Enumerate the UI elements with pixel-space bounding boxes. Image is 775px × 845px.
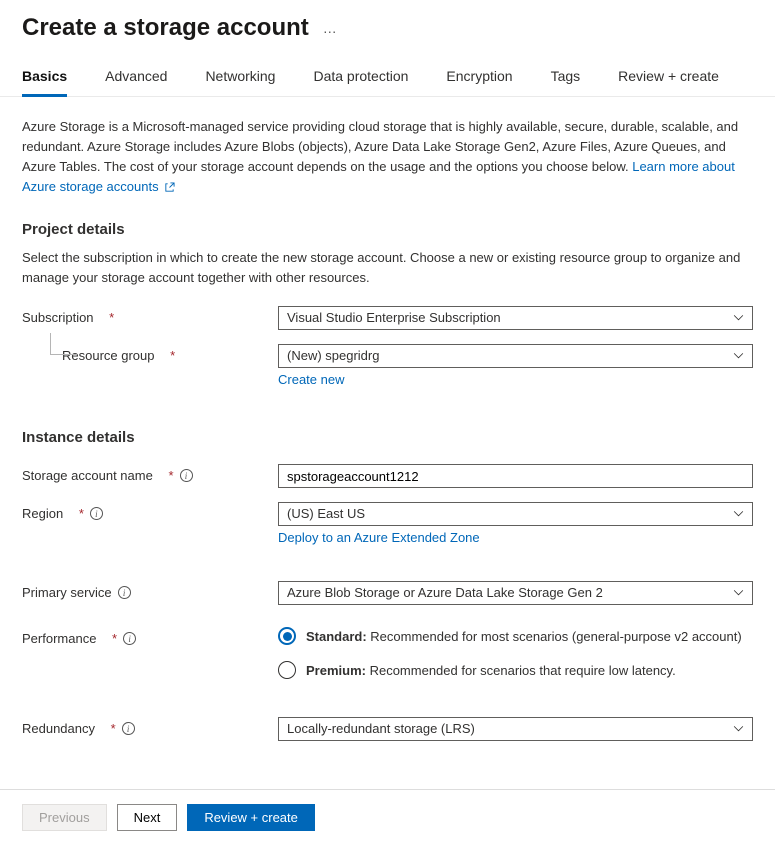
resource-group-select[interactable]: (New) spegridrg <box>278 344 753 368</box>
info-icon[interactable]: i <box>118 586 131 599</box>
intro-body: Azure Storage is a Microsoft-managed ser… <box>22 119 738 174</box>
performance-premium-radio[interactable]: Premium: Recommended for scenarios that … <box>278 661 753 679</box>
more-menu-icon[interactable]: … <box>323 20 339 36</box>
review-create-button[interactable]: Review + create <box>187 804 315 831</box>
intro-text: Azure Storage is a Microsoft-managed ser… <box>22 117 753 197</box>
page-title: Create a storage account <box>22 14 309 42</box>
tab-encryption[interactable]: Encryption <box>446 68 512 96</box>
tab-review-create[interactable]: Review + create <box>618 68 719 96</box>
tab-data-protection[interactable]: Data protection <box>313 68 408 96</box>
primary-service-label: Primary service i <box>22 581 278 600</box>
info-icon[interactable]: i <box>180 469 193 482</box>
info-icon[interactable]: i <box>122 722 135 735</box>
tab-basics[interactable]: Basics <box>22 68 67 97</box>
region-label: Region * i <box>22 502 278 521</box>
performance-premium-text: Premium: Recommended for scenarios that … <box>306 663 676 678</box>
tab-networking[interactable]: Networking <box>205 68 275 96</box>
next-button[interactable]: Next <box>117 804 178 831</box>
instance-details-heading: Instance details <box>22 429 753 446</box>
info-icon[interactable]: i <box>90 507 103 520</box>
chevron-down-icon <box>733 590 744 597</box>
external-link-icon <box>164 182 175 193</box>
performance-label: Performance * i <box>22 627 278 646</box>
radio-selected-icon <box>278 627 296 645</box>
redundancy-label: Redundancy * i <box>22 717 278 736</box>
project-details-heading: Project details <box>22 221 753 238</box>
previous-button: Previous <box>22 804 107 831</box>
extended-zone-link[interactable]: Deploy to an Azure Extended Zone <box>278 530 480 545</box>
subscription-select[interactable]: Visual Studio Enterprise Subscription <box>278 306 753 330</box>
create-new-rg-link[interactable]: Create new <box>278 372 344 387</box>
region-select[interactable]: (US) East US <box>278 502 753 526</box>
tab-advanced[interactable]: Advanced <box>105 68 167 96</box>
primary-service-select[interactable]: Azure Blob Storage or Azure Data Lake St… <box>278 581 753 605</box>
chevron-down-icon <box>733 726 744 733</box>
indent-connector <box>50 333 77 355</box>
chevron-down-icon <box>733 315 744 322</box>
chevron-down-icon <box>733 353 744 360</box>
tab-tags[interactable]: Tags <box>551 68 581 96</box>
storage-name-label: Storage account name * i <box>22 464 278 483</box>
project-details-desc: Select the subscription in which to crea… <box>22 248 753 288</box>
tabs-bar: Basics Advanced Networking Data protecti… <box>0 48 775 97</box>
performance-standard-text: Standard: Recommended for most scenarios… <box>306 629 742 644</box>
radio-unselected-icon <box>278 661 296 679</box>
subscription-label: Subscription * <box>22 306 278 325</box>
redundancy-select[interactable]: Locally-redundant storage (LRS) <box>278 717 753 741</box>
footer-bar: Previous Next Review + create <box>0 789 775 845</box>
storage-name-input[interactable] <box>278 464 753 488</box>
chevron-down-icon <box>733 511 744 518</box>
info-icon[interactable]: i <box>123 632 136 645</box>
performance-standard-radio[interactable]: Standard: Recommended for most scenarios… <box>278 627 753 645</box>
